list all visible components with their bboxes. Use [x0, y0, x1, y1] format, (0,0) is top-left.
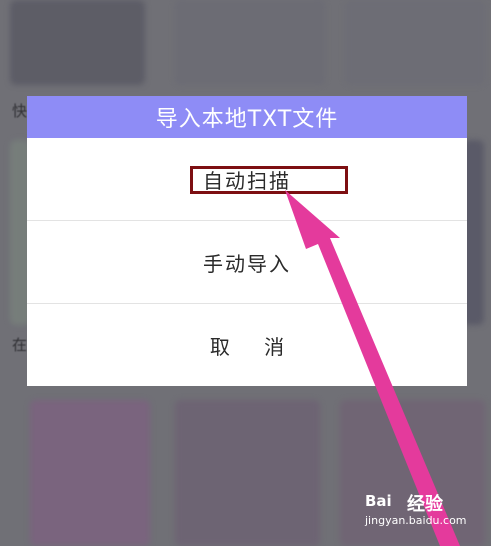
watermark-url: jingyan.baidu.com — [365, 514, 467, 527]
watermark-brand: 经验 — [407, 494, 443, 515]
watermark: Bai 经验 jingyan.baidu.com — [365, 488, 467, 532]
pointer-arrow-icon — [285, 190, 460, 546]
baidu-logo-icon: Bai — [365, 492, 392, 510]
